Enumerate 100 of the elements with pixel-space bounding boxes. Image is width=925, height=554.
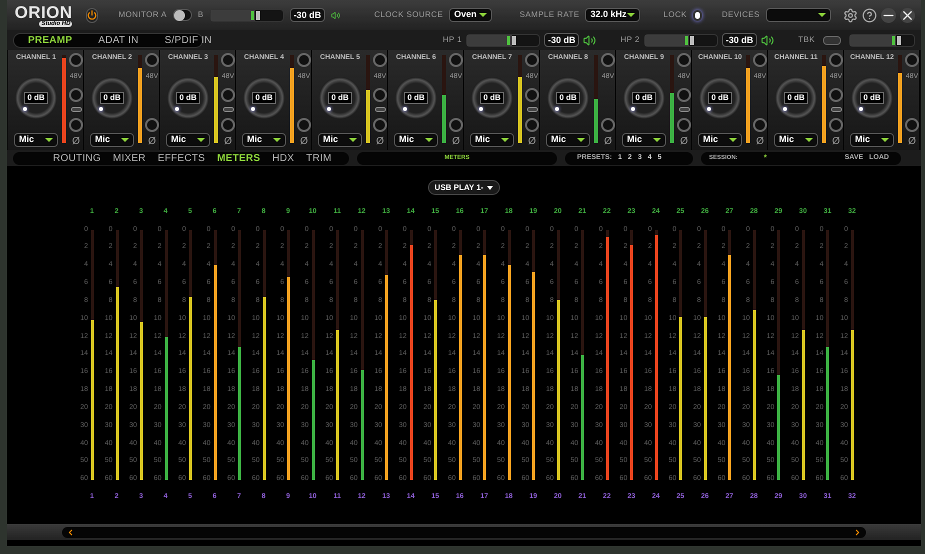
phase-label[interactable]: Ø (832, 136, 840, 147)
phase-label[interactable]: Ø (756, 136, 764, 147)
gain-knob[interactable]: 0 dB (775, 77, 817, 120)
dropdown-arrow-icon (197, 138, 205, 142)
fader[interactable] (849, 34, 915, 46)
headphone-label: HP 2 (620, 34, 640, 46)
round-button[interactable] (69, 53, 83, 67)
round-button[interactable] (221, 88, 235, 102)
input-dropdown[interactable]: Mic (166, 133, 210, 147)
clock-source-dropdown[interactable]: Oven (449, 8, 492, 22)
power-button[interactable] (86, 8, 98, 22)
input-tab[interactable]: S/PDIF IN (164, 32, 212, 48)
fader-thumb[interactable] (506, 36, 518, 44)
round-button[interactable] (525, 88, 539, 102)
horizontal-scrollbar[interactable] (62, 526, 866, 538)
phase-label[interactable]: Ø (452, 136, 460, 147)
input-dropdown[interactable]: Mic (850, 133, 894, 147)
view-tab[interactable]: ROUTING (53, 150, 101, 166)
round-button[interactable] (829, 88, 843, 102)
round-button[interactable] (601, 53, 615, 67)
fader[interactable] (466, 34, 540, 46)
input-dropdown[interactable]: Mic (698, 133, 742, 147)
input-dropdown[interactable]: Mic (90, 133, 134, 147)
round-button[interactable] (829, 53, 843, 67)
view-tab[interactable]: EFFECTS (158, 150, 206, 166)
meter-source-dropdown[interactable]: USB PLAY 1- (428, 180, 500, 195)
gain-knob[interactable]: 0 dB (699, 77, 741, 120)
dropdown-arrow-icon (121, 138, 129, 142)
input-dropdown[interactable]: Mic (774, 133, 818, 147)
gain-knob[interactable]: 0 dB (15, 77, 57, 120)
round-button[interactable] (753, 53, 767, 67)
round-button[interactable] (829, 118, 843, 132)
round-button[interactable] (449, 118, 463, 132)
monitor-toggle[interactable] (172, 9, 192, 21)
gain-knob[interactable]: 0 dB (167, 77, 209, 120)
input-dropdown[interactable]: Mic (546, 133, 590, 147)
round-button[interactable] (145, 53, 159, 67)
sample-rate-dropdown[interactable]: 32.0 kHz (585, 8, 640, 22)
round-button[interactable] (525, 118, 539, 132)
talkback-button[interactable] (823, 36, 841, 44)
gain-knob[interactable]: 0 dB (623, 77, 665, 120)
round-button[interactable] (373, 118, 387, 132)
fader-thumb[interactable] (249, 10, 262, 20)
round-button[interactable] (525, 53, 539, 67)
round-button[interactable] (677, 88, 691, 102)
round-button[interactable] (449, 53, 463, 67)
view-tab[interactable]: HDX (272, 150, 294, 166)
gain-knob[interactable]: 0 dB (395, 77, 437, 120)
round-button[interactable] (373, 88, 387, 102)
round-button[interactable] (297, 118, 311, 132)
phase-label[interactable]: Ø (148, 136, 156, 147)
dropdown-arrow-icon (818, 13, 826, 17)
gain-knob[interactable]: 0 dB (319, 77, 361, 120)
fader-thumb[interactable] (890, 36, 902, 44)
input-tab[interactable]: PREAMP (28, 32, 72, 48)
input-dropdown[interactable]: Mic (470, 133, 514, 147)
gain-knob[interactable]: 0 dB (851, 77, 893, 120)
devices-dropdown[interactable] (766, 8, 831, 22)
round-button[interactable] (221, 118, 235, 132)
phase-label[interactable]: Ø (604, 136, 612, 147)
gain-knob[interactable]: 0 dB (91, 77, 133, 120)
phase-label[interactable]: Ø (528, 136, 536, 147)
round-button[interactable] (601, 118, 615, 132)
dropdown-arrow-icon (273, 138, 281, 142)
dropdown-arrow-icon (626, 13, 635, 17)
round-button[interactable] (69, 118, 83, 132)
input-dropdown[interactable]: Mic (622, 133, 666, 147)
round-button[interactable] (677, 53, 691, 67)
fader[interactable] (210, 8, 284, 22)
view-tab[interactable]: MIXER (112, 150, 146, 166)
input-dropdown[interactable]: Mic (394, 133, 438, 147)
fader-thumb[interactable] (683, 36, 696, 44)
round-button[interactable] (373, 53, 387, 67)
gain-knob[interactable]: 0 dB (471, 77, 513, 120)
close-icon (900, 8, 915, 22)
input-dropdown[interactable]: Mic (14, 133, 58, 147)
minimize-icon (881, 8, 896, 22)
round-button[interactable] (221, 53, 235, 67)
phase-label[interactable]: Ø (300, 136, 308, 147)
input-dropdown[interactable]: Mic (318, 133, 362, 147)
phase-label[interactable]: Ø (908, 136, 916, 147)
phase-label[interactable]: Ø (224, 136, 232, 147)
gain-knob[interactable]: 0 dB (547, 77, 589, 120)
round-button[interactable] (753, 118, 767, 132)
gain-knob[interactable]: 0 dB (243, 77, 285, 120)
settings-icon (843, 8, 858, 22)
round-button[interactable] (297, 53, 311, 67)
input-tab[interactable]: ADAT IN (98, 32, 139, 48)
view-tab[interactable]: METERS (217, 150, 260, 166)
round-button[interactable] (69, 88, 83, 102)
phase-label[interactable]: Ø (376, 136, 384, 147)
input-dropdown[interactable]: Mic (242, 133, 286, 147)
round-button[interactable] (677, 118, 691, 132)
round-button[interactable] (145, 118, 159, 132)
phase-label[interactable]: Ø (680, 136, 688, 147)
view-tab[interactable]: TRIM (306, 150, 332, 166)
round-button[interactable] (905, 118, 919, 132)
round-button[interactable] (905, 53, 919, 67)
phase-label[interactable]: Ø (72, 136, 80, 147)
fader[interactable] (644, 34, 718, 46)
